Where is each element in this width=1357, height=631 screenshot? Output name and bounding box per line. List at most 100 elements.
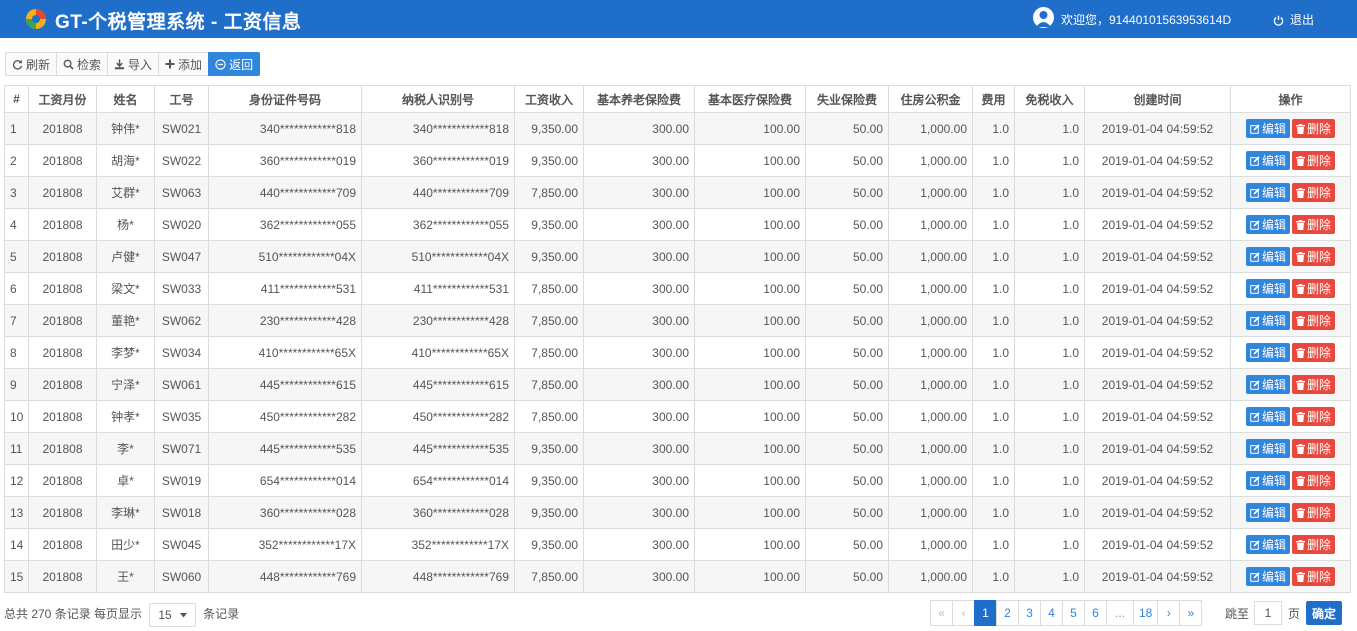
page-link[interactable]: 18 [1133, 600, 1159, 626]
toolbar: 刷新 检索 导入 添加 返回 [5, 52, 261, 76]
table-cell: 654************014 [208, 464, 362, 497]
delete-label: 删除 [1307, 122, 1332, 136]
refresh-button[interactable]: 刷新 [5, 52, 58, 76]
table-cell: 100.00 [694, 272, 806, 305]
table-cell: 201808 [28, 336, 97, 369]
table-cell: 2019-01-04 04:59:52 [1084, 208, 1231, 241]
edit-button[interactable]: 编辑 [1245, 151, 1290, 170]
delete-button[interactable]: 删除 [1292, 183, 1336, 202]
edit-button[interactable]: 编辑 [1245, 471, 1290, 490]
delete-button[interactable]: 删除 [1292, 567, 1336, 586]
page-link[interactable]: 3 [1018, 600, 1041, 626]
edit-button[interactable]: 编辑 [1245, 119, 1290, 138]
edit-button[interactable]: 编辑 [1245, 439, 1290, 458]
page-link[interactable]: 4 [1040, 600, 1063, 626]
edit-button[interactable]: 编辑 [1245, 407, 1290, 426]
edit-label: 编辑 [1261, 186, 1286, 200]
search-label: 检索 [77, 57, 102, 72]
table-cell: 411************531 [208, 272, 362, 305]
table-cell: 1.0 [1014, 336, 1085, 369]
back-button[interactable]: 返回 [208, 52, 261, 76]
delete-button[interactable]: 删除 [1292, 407, 1336, 426]
table-cell: 352************17X [208, 528, 362, 561]
edit-button[interactable]: 编辑 [1245, 567, 1290, 586]
page-link[interactable]: 1 [974, 600, 997, 626]
page-link[interactable]: 6 [1084, 600, 1107, 626]
page-link[interactable]: › [1157, 600, 1181, 626]
page-size-select[interactable]: 15 [149, 603, 196, 627]
column-header: 工资月份 [28, 85, 97, 113]
edit-icon [1250, 539, 1260, 550]
edit-label: 编辑 [1261, 282, 1286, 296]
back-label: 返回 [229, 57, 254, 72]
trash-icon [1296, 315, 1305, 326]
delete-button[interactable]: 删除 [1292, 343, 1336, 362]
page-link[interactable]: ‹ [952, 600, 975, 626]
page-link[interactable]: « [930, 600, 953, 626]
edit-button[interactable]: 编辑 [1245, 503, 1290, 522]
table-row: 4 201808 杨* SW020 362************055 362*****… [4, 208, 1351, 241]
table-cell: 9,350.00 [514, 112, 584, 145]
delete-button[interactable]: 删除 [1292, 119, 1336, 138]
table-cell: 1.0 [1014, 208, 1085, 241]
table-cell: 2019-01-04 04:59:52 [1084, 464, 1231, 497]
page-link[interactable]: 2 [996, 600, 1019, 626]
delete-button[interactable]: 删除 [1292, 503, 1336, 522]
table-cell: 1,000.00 [888, 144, 973, 177]
edit-button[interactable]: 编辑 [1245, 279, 1290, 298]
table-cell: SW019 [154, 464, 209, 497]
search-button[interactable]: 检索 [56, 52, 109, 76]
table-cell: 50.00 [805, 368, 889, 401]
table-cell: 1.0 [972, 144, 1015, 177]
delete-button[interactable]: 删除 [1292, 535, 1336, 554]
table-cell: 410************65X [208, 336, 362, 369]
delete-button[interactable]: 删除 [1292, 279, 1336, 298]
table-cell: 7 [4, 304, 29, 337]
delete-button[interactable]: 删除 [1292, 247, 1336, 266]
delete-button[interactable]: 删除 [1292, 311, 1336, 330]
user-avatar-icon[interactable] [1033, 7, 1054, 28]
edit-button[interactable]: 编辑 [1245, 343, 1290, 362]
table-cell: 50.00 [805, 400, 889, 433]
table-cell: 2019-01-04 04:59:52 [1084, 304, 1231, 337]
edit-button[interactable]: 编辑 [1245, 247, 1290, 266]
table-cell: 2019-01-04 04:59:52 [1084, 112, 1231, 145]
import-button[interactable]: 导入 [107, 52, 160, 76]
table-cell: 100.00 [694, 464, 806, 497]
delete-button[interactable]: 删除 [1292, 439, 1336, 458]
table-cell: 50.00 [805, 464, 889, 497]
import-label: 导入 [128, 57, 153, 72]
edit-button[interactable]: 编辑 [1245, 311, 1290, 330]
table-row: 14 201808 田少* SW045 352************17X 352***… [4, 528, 1351, 561]
trash-icon [1296, 155, 1305, 166]
edit-button[interactable]: 编辑 [1245, 535, 1290, 554]
delete-button[interactable]: 删除 [1292, 471, 1336, 490]
edit-button[interactable]: 编辑 [1245, 183, 1290, 202]
table-cell: 1 [4, 112, 29, 145]
table-cell: 100.00 [694, 368, 806, 401]
trash-icon [1296, 219, 1305, 230]
table-cell: 201808 [28, 304, 97, 337]
table-row: 6 201808 梁文* SW033 411************531 411****… [4, 272, 1351, 305]
page-link[interactable]: » [1179, 600, 1203, 626]
edit-button[interactable]: 编辑 [1245, 375, 1290, 394]
edit-icon [1250, 315, 1260, 326]
table-cell: 445************535 [208, 432, 362, 465]
table-cell: 448************769 [361, 560, 515, 593]
table-cell: 340************818 [208, 112, 362, 145]
column-header: 基本养老保险费 [583, 85, 695, 113]
table-cell: 1,000.00 [888, 336, 973, 369]
table-cell: 1,000.00 [888, 240, 973, 273]
page-link[interactable]: 5 [1062, 600, 1085, 626]
confirm-jump-button[interactable]: 确定 [1306, 601, 1343, 625]
table-cell: SW047 [154, 240, 209, 273]
logout-button[interactable]: 退出 [1273, 11, 1314, 28]
delete-button[interactable]: 删除 [1292, 151, 1336, 170]
table-header-row: # 工资月份 姓名 工号 身份证件号码 纳税人识别号 工资收入 基本养老保险费 基本医疗保险费失… [4, 85, 1351, 113]
jump-page-input[interactable]: 1 [1254, 601, 1283, 625]
delete-button[interactable]: 删除 [1292, 375, 1336, 394]
edit-button[interactable]: 编辑 [1245, 215, 1290, 234]
delete-button[interactable]: 删除 [1292, 215, 1336, 234]
row-actions: 编辑 删除 [1230, 528, 1351, 561]
add-button[interactable]: 添加 [158, 52, 210, 76]
